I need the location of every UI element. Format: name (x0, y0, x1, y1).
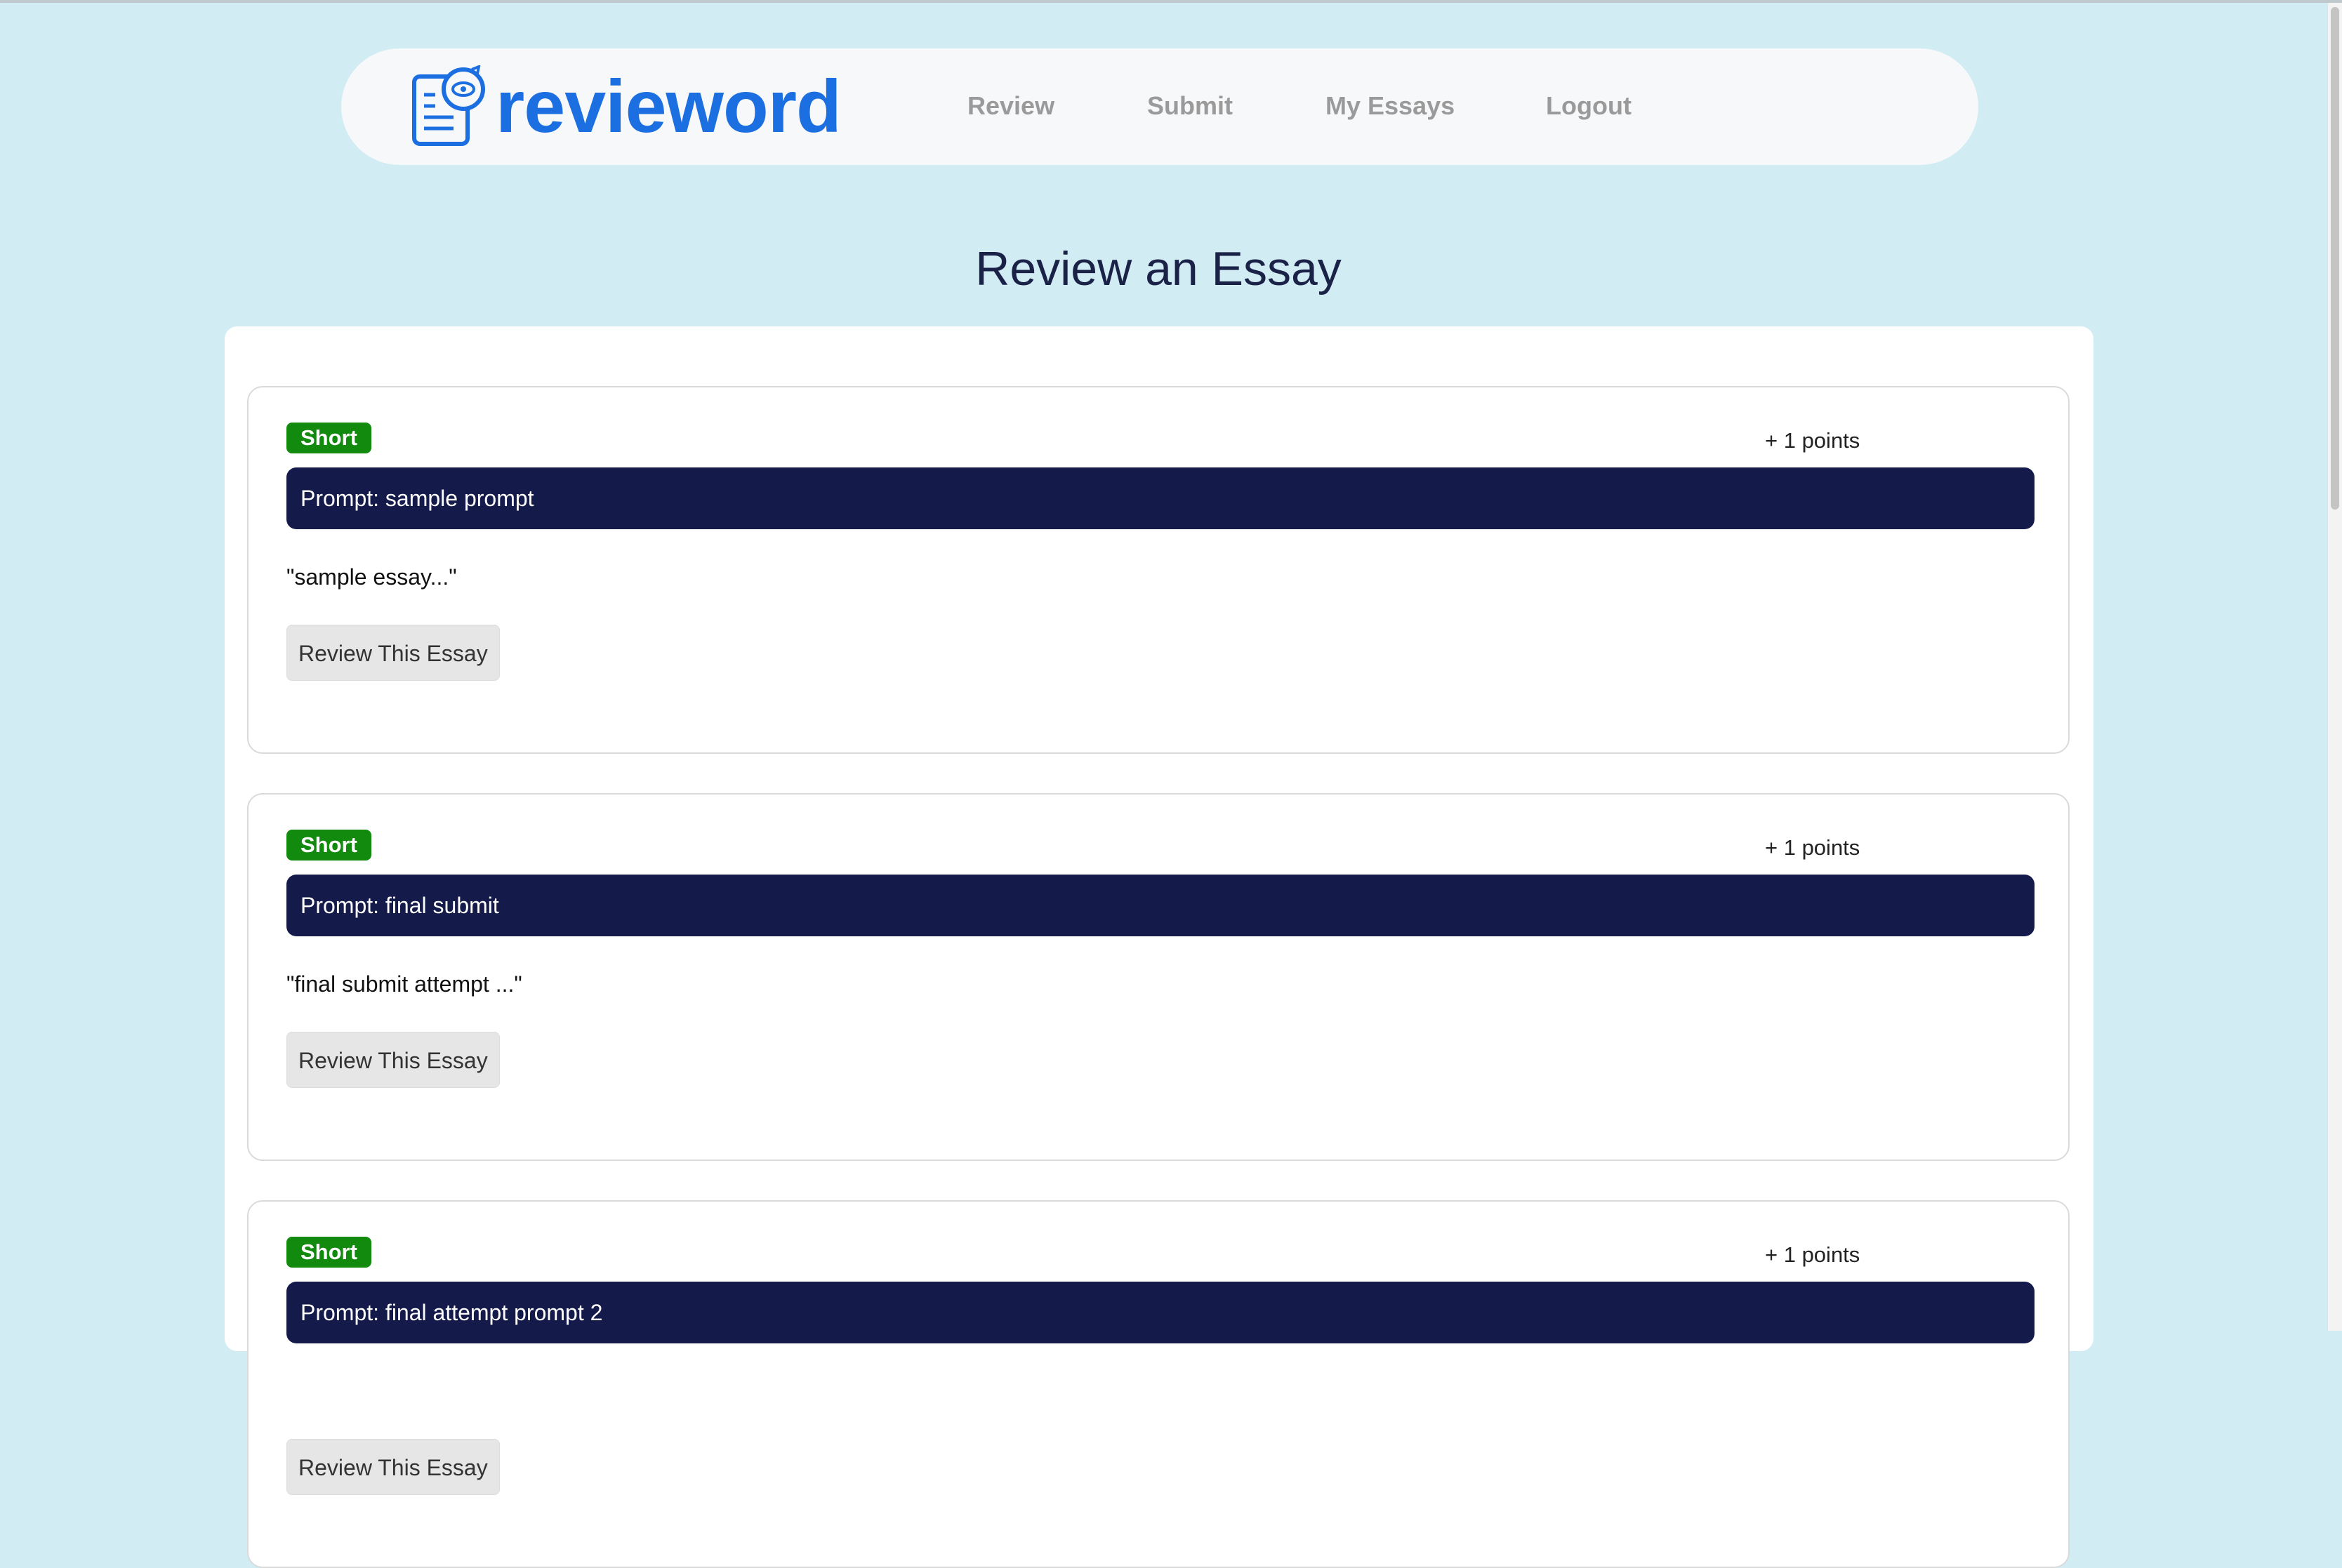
window-top-border (0, 0, 2342, 3)
review-essay-button[interactable]: Review This Essay (286, 1439, 500, 1495)
scrollbar-thumb[interactable] (2331, 7, 2339, 510)
essay-card: Short + 1 points Prompt: final attempt p… (247, 1200, 2070, 1568)
essay-excerpt: "final submit attempt ..." (286, 971, 522, 997)
essay-prompt: Prompt: final attempt prompt 2 (286, 1282, 2035, 1343)
nav-logout-link[interactable]: Logout (1546, 89, 1632, 123)
essay-points: + 1 points (1765, 835, 1860, 860)
essay-type-badge: Short (286, 1237, 371, 1268)
nav-review-link[interactable]: Review (967, 89, 1054, 123)
review-essay-button[interactable]: Review This Essay (286, 625, 500, 681)
page-title: Review an Essay (975, 242, 1342, 295)
review-essay-button[interactable]: Review This Essay (286, 1032, 500, 1088)
essay-points: + 1 points (1765, 1242, 1860, 1267)
essay-prompt: Prompt: final submit (286, 875, 2035, 936)
nav-submit-link[interactable]: Submit (1147, 89, 1233, 123)
navbar: revieword Review Submit My Essays Logout (341, 48, 1978, 165)
nav-my-essays-link[interactable]: My Essays (1325, 89, 1455, 123)
document-eye-icon (412, 65, 485, 146)
brand-name: revieword (496, 65, 842, 148)
essay-excerpt: "sample essay..." (286, 564, 457, 590)
essay-type-badge: Short (286, 830, 371, 861)
essay-card: Short + 1 points Prompt: final submit "f… (247, 793, 2070, 1161)
page-scrollbar[interactable] (2327, 3, 2342, 1331)
essay-points: + 1 points (1765, 428, 1860, 453)
essay-prompt: Prompt: sample prompt (286, 467, 2035, 529)
essay-list-panel: Short + 1 points Prompt: sample prompt "… (225, 326, 2093, 1568)
brand-logo[interactable]: revieword (411, 65, 842, 148)
essay-type-badge: Short (286, 423, 371, 453)
essay-card: Short + 1 points Prompt: sample prompt "… (247, 386, 2070, 754)
